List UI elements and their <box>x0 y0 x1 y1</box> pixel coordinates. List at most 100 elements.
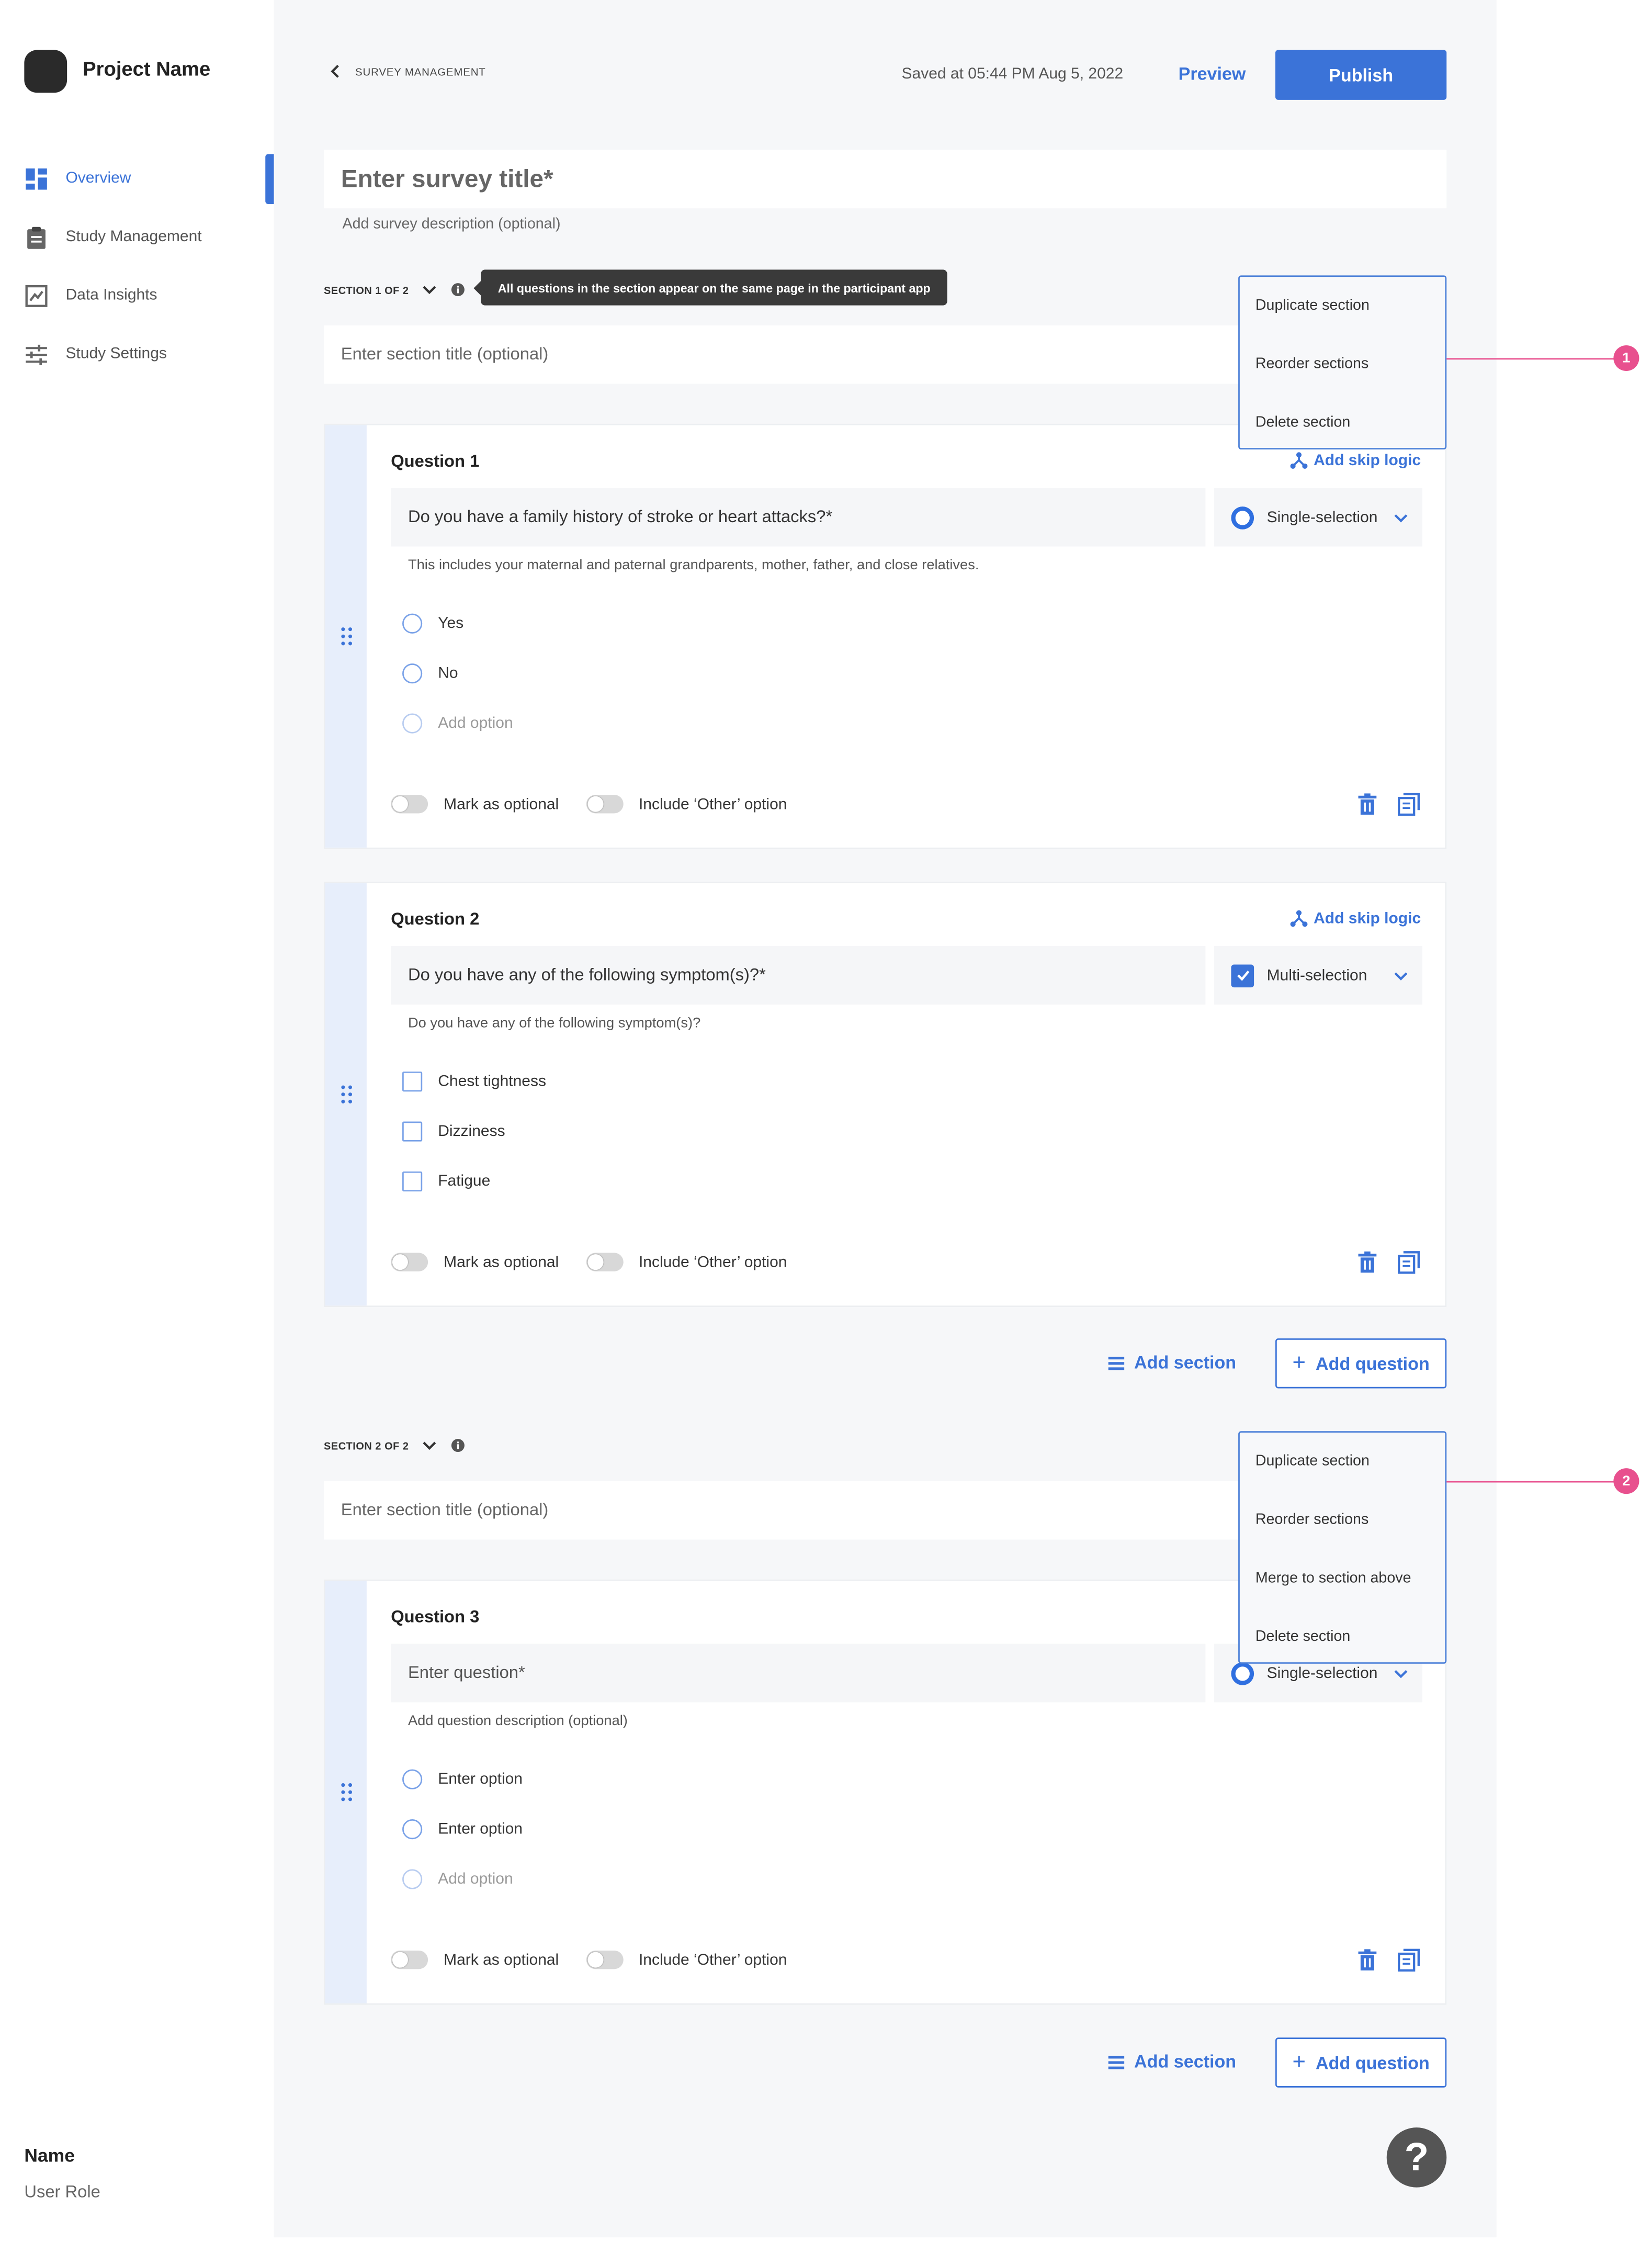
question-footer: Mark as optional Include ‘Other’ option <box>391 1253 787 1271</box>
sidebar-item-overview[interactable]: Overview <box>24 164 131 193</box>
sidebar-item-study-management[interactable]: Study Management <box>24 222 202 251</box>
question-text-input[interactable]: Enter question* <box>391 1643 1206 1703</box>
question-card-1: Question 1 Add skip logic Do you have a … <box>324 423 1447 849</box>
drag-handle[interactable] <box>325 883 367 1306</box>
sidebar-item-label: Study Settings <box>65 345 167 363</box>
optional-toggle[interactable] <box>391 1253 428 1271</box>
section-2-header: SECTION 2 OF 2 <box>324 1437 465 1454</box>
info-icon[interactable] <box>450 283 465 297</box>
checkbox-checked-icon <box>1231 964 1254 987</box>
sidebar <box>0 0 274 2238</box>
section-2-menu: Duplicate section Reorder sections Merge… <box>1238 1431 1447 1664</box>
sidebar-item-label: Overview <box>65 170 131 187</box>
option-item[interactable]: Chest tightness <box>402 1072 546 1092</box>
chart-icon <box>25 284 48 307</box>
question-description[interactable]: Add question description (optional) <box>408 1714 628 1729</box>
clipboard-icon <box>27 226 46 249</box>
radio-icon <box>1231 505 1254 529</box>
publish-button[interactable]: Publish <box>1275 50 1447 100</box>
list-icon <box>1108 1356 1125 1370</box>
other-option-toggle[interactable] <box>586 1950 623 1969</box>
add-question-button[interactable]: + Add question <box>1275 2037 1447 2088</box>
add-option[interactable]: Add option <box>402 1869 513 1889</box>
section-tooltip: All questions in the section appear on t… <box>473 269 948 306</box>
menu-item-reorder-sections[interactable]: Reorder sections <box>1255 355 1368 373</box>
option-item[interactable]: Dizziness <box>402 1121 505 1142</box>
question-text-input[interactable]: Do you have a family history of stroke o… <box>391 488 1206 547</box>
menu-item-merge-section[interactable]: Merge to section above <box>1255 1570 1411 1587</box>
option-item[interactable]: Fatigue <box>402 1171 490 1192</box>
duplicate-icon[interactable] <box>1397 1250 1421 1274</box>
drag-handle-icon <box>340 627 352 646</box>
menu-item-reorder-sections[interactable]: Reorder sections <box>1255 1511 1368 1528</box>
question-footer: Mark as optional Include ‘Other’ option <box>391 794 787 814</box>
option-item[interactable]: Enter option <box>402 1769 523 1789</box>
checkbox-icon <box>402 1072 423 1092</box>
project-logo <box>24 50 67 93</box>
add-skip-logic-button[interactable]: Add skip logic <box>1289 451 1421 469</box>
radio-icon <box>402 663 423 684</box>
drag-handle[interactable] <box>325 425 367 848</box>
section-title-placeholder: Enter section title (optional) <box>341 344 549 364</box>
question-description[interactable]: This includes your maternal and paternal… <box>408 558 979 573</box>
menu-item-delete-section[interactable]: Delete section <box>1255 414 1350 431</box>
menu-item-duplicate-section[interactable]: Duplicate section <box>1255 297 1370 314</box>
question-footer: Mark as optional Include ‘Other’ option <box>391 1950 787 1969</box>
option-item[interactable]: Yes <box>402 613 463 634</box>
sidebar-item-study-settings[interactable]: Study Settings <box>24 340 167 368</box>
branch-icon <box>1290 452 1307 469</box>
callout-line <box>1446 358 1615 360</box>
duplicate-icon[interactable] <box>1397 1947 1421 1972</box>
branch-icon <box>1290 910 1307 927</box>
option-item[interactable]: Enter option <box>402 1819 523 1840</box>
info-icon[interactable] <box>450 1438 465 1452</box>
other-option-toggle[interactable] <box>586 1253 623 1271</box>
add-section-button[interactable]: Add section <box>1107 1353 1236 1372</box>
optional-toggle[interactable] <box>391 794 428 814</box>
survey-description-input[interactable]: Add survey description (optional) <box>343 216 561 233</box>
other-option-toggle[interactable] <box>586 794 623 814</box>
checkbox-icon <box>402 1171 423 1192</box>
add-skip-logic-button[interactable]: Add skip logic <box>1289 909 1421 927</box>
question-type-select[interactable]: Multi-selection <box>1214 946 1422 1005</box>
add-option[interactable]: Add option <box>402 713 513 734</box>
chevron-down-icon <box>1394 972 1408 981</box>
section-label: SECTION 2 OF 2 <box>324 1439 409 1452</box>
question-type-select[interactable]: Single-selection <box>1214 488 1422 547</box>
preview-button[interactable]: Preview <box>1179 64 1246 84</box>
trash-icon[interactable] <box>1355 792 1379 816</box>
option-item[interactable]: No <box>402 663 458 684</box>
add-question-button[interactable]: + Add question <box>1275 1338 1447 1389</box>
add-section-button[interactable]: Add section <box>1107 2052 1236 2072</box>
duplicate-icon[interactable] <box>1397 792 1421 816</box>
project-name: Project Name <box>83 57 211 80</box>
chevron-left-icon <box>331 64 339 78</box>
radio-icon <box>402 1819 423 1840</box>
radio-icon <box>402 1869 423 1889</box>
survey-title-input[interactable]: Enter survey title* <box>324 150 1447 209</box>
menu-item-delete-section[interactable]: Delete section <box>1255 1628 1350 1646</box>
plus-icon: + <box>1292 2049 1306 2074</box>
checkbox-icon <box>402 1121 423 1142</box>
question-label: Question 3 <box>391 1606 480 1627</box>
question-description[interactable]: Do you have any of the following symptom… <box>408 1016 700 1032</box>
sidebar-item-data-insights[interactable]: Data Insights <box>24 281 157 310</box>
sidebar-item-label: Study Management <box>65 228 202 246</box>
breadcrumb: SURVEY MANAGEMENT <box>355 65 486 78</box>
callout-line <box>1446 1481 1615 1483</box>
user-name: Name <box>24 2144 75 2166</box>
chevron-down-icon[interactable] <box>420 1437 437 1454</box>
question-text-input[interactable]: Do you have any of the following symptom… <box>391 946 1206 1005</box>
chevron-down-icon[interactable] <box>420 281 437 298</box>
breadcrumb-back[interactable]: SURVEY MANAGEMENT <box>327 63 486 80</box>
dashboard-icon <box>26 167 47 189</box>
optional-toggle[interactable] <box>391 1950 428 1969</box>
question-label: Question 1 <box>391 450 480 471</box>
section-label: SECTION 1 OF 2 <box>324 283 409 296</box>
section-title-placeholder: Enter section title (optional) <box>341 1500 549 1520</box>
menu-item-duplicate-section[interactable]: Duplicate section <box>1255 1452 1370 1470</box>
trash-icon[interactable] <box>1355 1947 1379 1972</box>
help-button[interactable]: ? <box>1386 2127 1447 2188</box>
trash-icon[interactable] <box>1355 1250 1379 1274</box>
drag-handle[interactable] <box>325 1581 367 2003</box>
